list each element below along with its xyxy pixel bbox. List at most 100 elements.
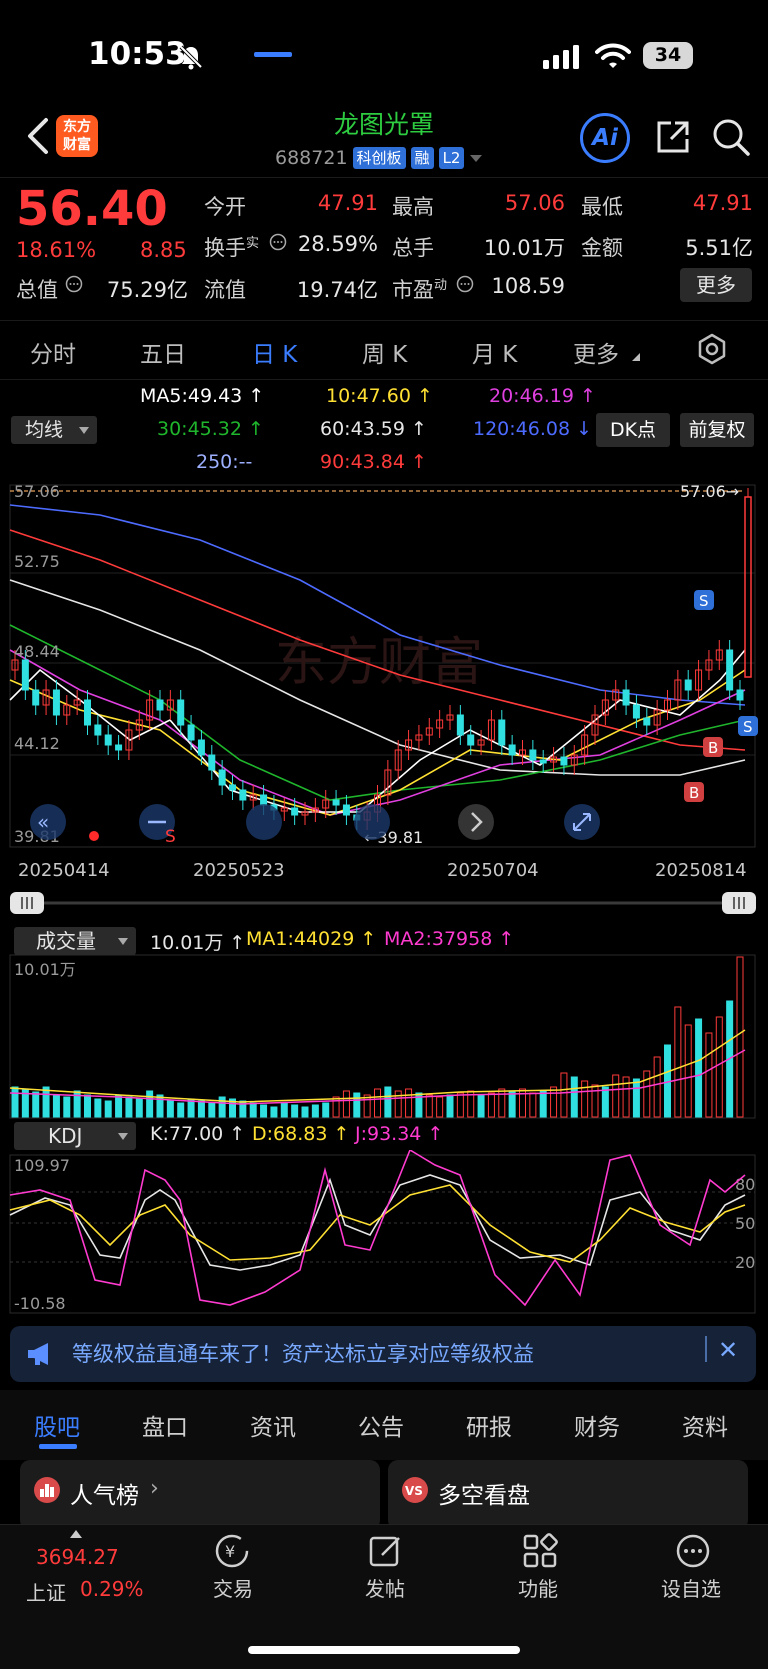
candle-body	[218, 769, 226, 786]
current-price: 56.40	[16, 181, 168, 237]
candle-body	[177, 699, 185, 726]
tab-five-day[interactable]: 五日	[140, 335, 186, 369]
volume-bar	[156, 1094, 164, 1118]
chevron-right-icon: ›	[150, 1476, 159, 1501]
index-percent[interactable]: 0.29%	[80, 1577, 144, 1601]
index-name[interactable]: 上证	[26, 1577, 66, 1606]
candle-body	[52, 689, 60, 716]
volume-bar	[353, 1092, 361, 1118]
tab-pankou[interactable]: 盘口	[142, 1408, 188, 1442]
caret-down-icon[interactable]	[469, 153, 483, 163]
close-icon[interactable]: ✕	[718, 1336, 738, 1364]
signal-b-marker[interactable]: B	[684, 782, 704, 802]
range-handle-left[interactable]	[10, 892, 44, 914]
volume-bar	[684, 1024, 692, 1118]
gear-icon[interactable]	[696, 333, 728, 365]
kline-chart[interactable]: 东方财富 57.06 52.75 48.44 44.12 39.81 57.06…	[0, 480, 768, 920]
popularity-card[interactable]: 人气榜 ›	[20, 1460, 380, 1530]
volume-bar	[550, 1086, 558, 1118]
indicator-select[interactable]: 均线	[11, 416, 97, 444]
signal-b-text: B	[689, 784, 699, 802]
date-label-3: 20250704	[447, 860, 539, 881]
dk-button[interactable]: DK点	[596, 413, 670, 447]
share-icon[interactable]	[653, 117, 693, 157]
info-icon[interactable]	[456, 275, 474, 293]
signal-s-marker[interactable]: S	[694, 590, 714, 610]
y-label-top: 57.06	[14, 482, 60, 501]
volume-axis-label: 10.01万	[14, 960, 76, 979]
rewind-button[interactable]: «	[30, 804, 66, 840]
caret-icon	[632, 353, 640, 361]
bull-bear-card[interactable]: VS 多空看盘	[388, 1460, 748, 1530]
volume-bar	[342, 1090, 350, 1118]
candle-body	[32, 689, 40, 706]
nav-post[interactable]: 发帖	[365, 1573, 405, 1602]
pan-right-button[interactable]	[458, 804, 494, 840]
nav-watchlist[interactable]: 设自选	[661, 1573, 721, 1602]
popularity-title: 人气榜	[70, 1483, 139, 1509]
candle-body	[94, 724, 102, 736]
cellular-signal-icon	[543, 45, 579, 69]
open-value: 47.91	[317, 191, 378, 215]
tab-intraday[interactable]: 分时	[30, 335, 76, 369]
tab-announcements[interactable]: 公告	[358, 1408, 404, 1442]
market-cap-value: 75.29亿	[106, 278, 188, 302]
kdj-label-80: 80	[735, 1175, 755, 1194]
candle-body	[208, 754, 216, 771]
kdj-select[interactable]: KDJ	[14, 1122, 136, 1150]
tab-monthly-k[interactable]: 月 K	[472, 335, 517, 369]
volume-bar	[311, 1104, 319, 1118]
candle-body	[342, 804, 350, 816]
volume-bar	[63, 1096, 71, 1118]
volume-bar	[632, 1078, 640, 1118]
tab-more[interactable]: 更多	[573, 335, 619, 369]
tab-daily-k[interactable]: 日 K	[252, 335, 297, 369]
range-handle-right[interactable]	[722, 892, 756, 914]
fullscreen-button[interactable]	[564, 804, 600, 840]
info-icon[interactable]	[269, 233, 287, 251]
volume-bar	[135, 1098, 143, 1118]
candle-body	[622, 689, 630, 706]
tab-weekly-k[interactable]: 周 K	[362, 335, 407, 369]
info-icon[interactable]	[65, 275, 83, 293]
signal-s-marker[interactable]: S	[738, 716, 758, 736]
candle-body	[84, 699, 91, 726]
more-dots-icon[interactable]	[675, 1533, 711, 1569]
high-marker: 57.06→	[680, 482, 739, 501]
candle-body	[156, 699, 164, 711]
nav-functions[interactable]: 功能	[518, 1573, 558, 1602]
trade-icon[interactable]: ¥	[214, 1533, 250, 1569]
ai-button[interactable]: Ai	[580, 113, 630, 163]
svg-text:¥: ¥	[225, 1542, 235, 1561]
plus-button[interactable]	[246, 804, 282, 840]
volume-bar	[301, 1106, 309, 1118]
volume-bar	[529, 1092, 537, 1118]
stock-meta: 688721 科创板 融 L2	[275, 147, 483, 169]
volume-frame	[9, 954, 756, 1119]
tab-news[interactable]: 资讯	[250, 1408, 296, 1442]
volume-bar	[487, 1092, 495, 1118]
candle-body	[529, 749, 537, 761]
nav-trade[interactable]: 交易	[213, 1573, 253, 1602]
post-icon[interactable]	[368, 1533, 404, 1569]
tab-finance[interactable]: 财务	[574, 1408, 620, 1442]
high-value: 57.06	[504, 191, 565, 215]
signal-b-marker[interactable]: B	[703, 737, 723, 757]
caret-down-icon	[118, 1133, 128, 1140]
more-button[interactable]: 更多	[680, 268, 752, 302]
high-label: 最高	[392, 195, 434, 219]
minus-button[interactable]: S	[139, 804, 176, 847]
amount-label: 金额	[581, 236, 623, 260]
index-value[interactable]: 3694.27	[36, 1545, 119, 1569]
pan-left-button[interactable]	[354, 804, 390, 840]
volume-bar	[125, 1096, 133, 1118]
tab-profile[interactable]: 资料	[682, 1408, 728, 1442]
tab-research[interactable]: 研报	[466, 1408, 512, 1442]
search-icon[interactable]	[711, 117, 751, 157]
adjust-button[interactable]: 前复权	[680, 413, 754, 447]
apps-icon[interactable]	[522, 1533, 558, 1569]
volume-bar	[146, 1090, 154, 1118]
tab-guba[interactable]: 股吧	[34, 1408, 80, 1442]
volume-bar	[601, 1086, 609, 1118]
volume-bar	[291, 1104, 299, 1118]
